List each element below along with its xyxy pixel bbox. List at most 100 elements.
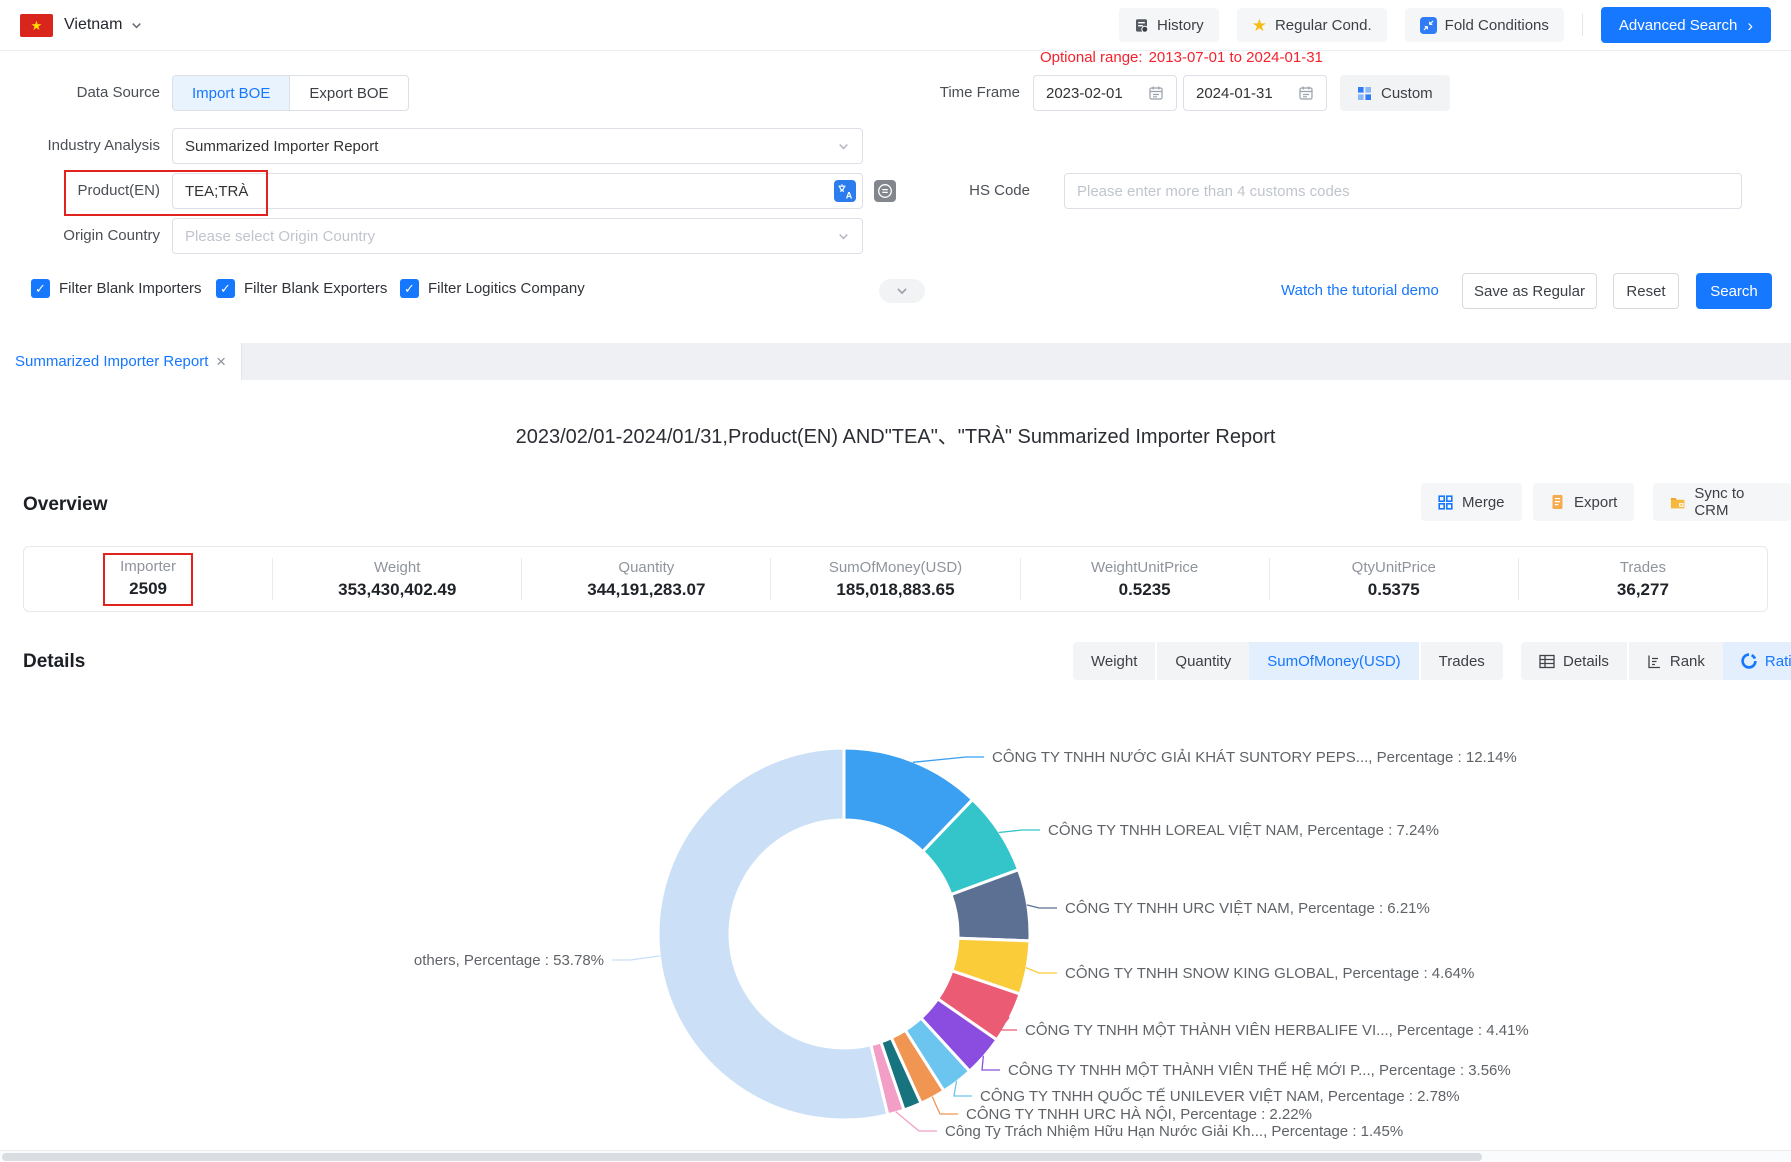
stat-label: SumOfMoney(USD) — [829, 559, 962, 576]
origin-country-placeholder: Please select Origin Country — [185, 228, 375, 245]
tab-quantity[interactable]: Quantity — [1155, 642, 1249, 680]
flag-star-icon: ★ — [31, 19, 43, 32]
industry-analysis-value: Summarized Importer Report — [185, 138, 378, 155]
folder-sync-icon — [1670, 495, 1685, 510]
export-button[interactable]: Export — [1533, 483, 1634, 521]
slice-label: CÔNG TY TNHH SNOW KING GLOBAL, Percentag… — [1065, 965, 1474, 982]
tab-label: Summarized Importer Report — [15, 353, 208, 370]
hs-code-field — [1064, 173, 1742, 209]
country-selector-label[interactable]: Vietnam — [64, 16, 122, 34]
hs-code-input[interactable] — [1077, 183, 1729, 200]
tab-trades[interactable]: Trades — [1419, 642, 1503, 680]
stat-inner: Weight 353,430,402.49 — [338, 559, 456, 600]
country-chevron-down-icon[interactable] — [130, 19, 143, 32]
horizontal-scrollbar — [0, 1150, 1791, 1162]
stat-label: Weight — [338, 559, 456, 576]
slice-leader-line — [932, 1097, 958, 1114]
slice-label: others, Percentage : 53.78% — [414, 952, 604, 969]
tab-import-boe[interactable]: Import BOE — [173, 76, 289, 110]
history-button[interactable]: History — [1119, 8, 1219, 42]
result-tabstrip: Summarized Importer Report × — [0, 343, 1791, 380]
tab-ratio-view[interactable]: Ratio — [1723, 642, 1791, 680]
checkbox-checked-icon: ✓ — [216, 279, 235, 298]
filter-blank-exporters-checkbox[interactable]: ✓ Filter Blank Exporters — [216, 279, 387, 298]
slice-label: Công Ty Trách Nhiệm Hữu Hạn Nước Giải Kh… — [945, 1123, 1403, 1140]
tab-sum-of-money-usd[interactable]: SumOfMoney(USD) — [1249, 642, 1418, 680]
merge-button-label: Merge — [1462, 494, 1505, 511]
slice-leader-line — [913, 757, 984, 762]
stat-value: 0.5375 — [1352, 580, 1436, 600]
stat-value: 353,430,402.49 — [338, 580, 456, 600]
stat-label: Quantity — [587, 559, 705, 576]
sync-to-crm-button-label: Sync to CRM — [1694, 485, 1774, 519]
filter-logitics-company-checkbox[interactable]: ✓ Filter Logitics Company — [400, 279, 585, 298]
slice-label: CÔNG TY TNHH URC HÀ NỘI, Percentage : 2.… — [966, 1106, 1312, 1123]
stat-highlight-box: Importer 2509 — [103, 553, 193, 606]
stat-label: Importer — [120, 558, 176, 575]
horizontal-scrollbar-thumb[interactable] — [2, 1153, 1482, 1161]
topbar-divider — [1582, 14, 1583, 36]
app-screen: ★ Vietnam History ★ Regular Cond. Fold C… — [0, 0, 1791, 1162]
advanced-search-button[interactable]: Advanced Search › — [1601, 7, 1771, 43]
stat-value: 2509 — [120, 579, 176, 599]
translate-icon[interactable]: A — [834, 180, 856, 202]
checkbox-checked-icon: ✓ — [400, 279, 419, 298]
end-date-picker[interactable]: 2024-01-31 — [1183, 75, 1327, 111]
stat-inner: Quantity 344,191,283.07 — [587, 559, 705, 600]
stat-column: QtyUnitPrice0.5375 — [1269, 558, 1518, 600]
optional-range-note: Optional range:2013-07-01 to 2024-01-31 — [1040, 49, 1323, 66]
tab-export-boe[interactable]: Export BOE — [289, 76, 407, 110]
origin-country-label: Origin Country — [0, 218, 160, 254]
search-button[interactable]: Search — [1696, 273, 1772, 309]
stat-inner: SumOfMoney(USD) 185,018,883.65 — [829, 559, 962, 600]
start-date-value: 2023-02-01 — [1046, 85, 1123, 102]
chevron-down-icon — [837, 230, 850, 243]
stat-value: 344,191,283.07 — [587, 580, 705, 600]
regular-cond-button[interactable]: ★ Regular Cond. — [1237, 8, 1387, 42]
stat-value: 185,018,883.65 — [829, 580, 962, 600]
close-icon[interactable]: × — [216, 353, 226, 370]
slice-leader-line — [954, 1081, 972, 1096]
start-date-picker[interactable]: 2023-02-01 — [1033, 75, 1177, 111]
slice-leader-line — [1026, 968, 1057, 973]
merge-button[interactable]: Merge — [1421, 483, 1522, 521]
slice-label: CÔNG TY TNHH LOREAL VIỆT NAM, Percentage… — [1048, 822, 1439, 839]
tab-rank-view[interactable]: Rank — [1627, 642, 1723, 680]
tab-weight[interactable]: Weight — [1073, 642, 1155, 680]
industry-analysis-select[interactable]: Summarized Importer Report — [172, 128, 863, 164]
table-icon — [1539, 654, 1555, 669]
slice-label: CÔNG TY TNHH MỘT THÀNH VIÊN HERBALIFE VI… — [1025, 1022, 1529, 1039]
calendar-icon — [1148, 85, 1164, 101]
custom-range-button[interactable]: Custom — [1340, 75, 1450, 111]
export-button-label: Export — [1574, 494, 1617, 511]
slice-leader-line — [1027, 905, 1057, 908]
stat-label: WeightUnitPrice — [1091, 559, 1198, 576]
expand-conditions-button[interactable] — [879, 279, 925, 303]
product-en-input[interactable] — [185, 183, 834, 200]
reset-button[interactable]: Reset — [1613, 273, 1679, 309]
filter-blank-importers-label: Filter Blank Importers — [59, 280, 202, 297]
tutorial-link[interactable]: Watch the tutorial demo — [1281, 273, 1439, 309]
tab-summarized-importer-report[interactable]: Summarized Importer Report × — [0, 343, 242, 380]
view-tab-group: Details Rank Ratio — [1521, 642, 1791, 680]
filter-logitics-company-label: Filter Logitics Company — [428, 280, 585, 297]
slice-label: CÔNG TY TNHH URC VIỆT NAM, Percentage : … — [1065, 900, 1430, 917]
save-as-regular-button[interactable]: Save as Regular — [1462, 273, 1597, 309]
stat-inner: Trades36,277 — [1617, 559, 1669, 600]
donut-icon — [1741, 653, 1757, 669]
optional-range-value: 2013-07-01 to 2024-01-31 — [1149, 49, 1323, 66]
fold-conditions-button-label: Fold Conditions — [1445, 17, 1549, 34]
fold-conditions-button[interactable]: Fold Conditions — [1405, 8, 1564, 42]
tab-ratio-view-label: Ratio — [1765, 653, 1791, 670]
custom-range-button-label: Custom — [1381, 85, 1433, 102]
history-icon — [1134, 18, 1149, 33]
tab-rank-view-label: Rank — [1670, 653, 1705, 670]
filter-blank-importers-checkbox[interactable]: ✓ Filter Blank Importers — [31, 279, 202, 298]
origin-country-select[interactable]: Please select Origin Country — [172, 218, 863, 254]
slice-leader-line — [999, 830, 1040, 833]
stat-column: Importer 2509 — [24, 558, 272, 600]
fold-icon — [1420, 17, 1437, 34]
star-icon: ★ — [1252, 17, 1267, 34]
sync-to-crm-button[interactable]: Sync to CRM — [1653, 483, 1791, 521]
tab-details-view[interactable]: Details — [1521, 642, 1627, 680]
